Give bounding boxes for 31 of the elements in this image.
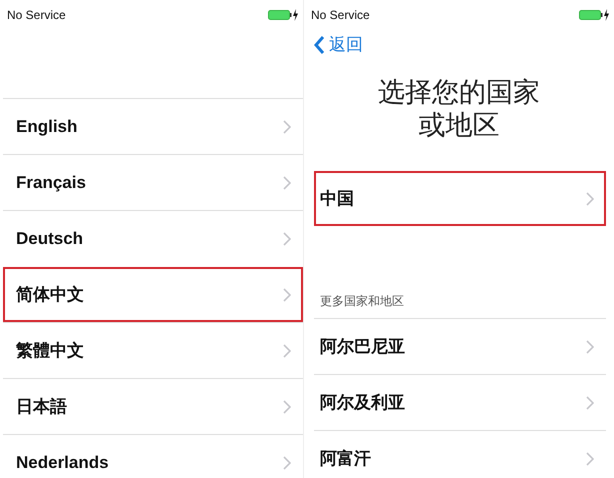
carrier-text: No Service <box>7 7 66 24</box>
chevron-icon <box>586 340 594 354</box>
chevron-icon <box>283 456 291 470</box>
chevron-icon <box>283 120 291 134</box>
chevron-icon <box>586 396 594 410</box>
list-row[interactable]: 阿富汗 <box>314 430 606 478</box>
list-row[interactable]: 阿尔及利亚 <box>314 374 606 430</box>
battery-icon <box>579 9 610 21</box>
chevron-icon <box>283 288 291 302</box>
list-row[interactable]: 中国 <box>314 170 606 226</box>
page-title: 选择您的国家 <box>377 76 541 109</box>
back-chevron-icon <box>314 36 325 54</box>
list-row[interactable]: 日本語 <box>3 378 303 434</box>
chevron-icon <box>283 232 291 246</box>
list-row[interactable]: Français <box>3 154 303 210</box>
list-row[interactable]: Deutsch <box>3 210 303 266</box>
list-row[interactable]: Nederlands <box>3 434 303 478</box>
battery-icon <box>268 9 299 21</box>
list-row[interactable]: 阿尔巴尼亚 <box>314 318 606 374</box>
chevron-icon <box>283 344 291 358</box>
list-row[interactable]: English <box>3 98 303 154</box>
section-header: 更多国家和地区 <box>320 293 404 310</box>
chevron-icon <box>283 400 291 414</box>
back-button[interactable]: 返回 <box>304 30 369 60</box>
chevron-icon <box>586 452 594 466</box>
list-row[interactable]: 简体中文 <box>3 266 303 322</box>
page-title: 或地区 <box>418 109 500 142</box>
chevron-icon <box>283 176 291 190</box>
list-row[interactable]: 繁體中文 <box>3 322 303 378</box>
carrier-text: No Service <box>311 7 370 24</box>
chevron-icon <box>586 192 594 206</box>
